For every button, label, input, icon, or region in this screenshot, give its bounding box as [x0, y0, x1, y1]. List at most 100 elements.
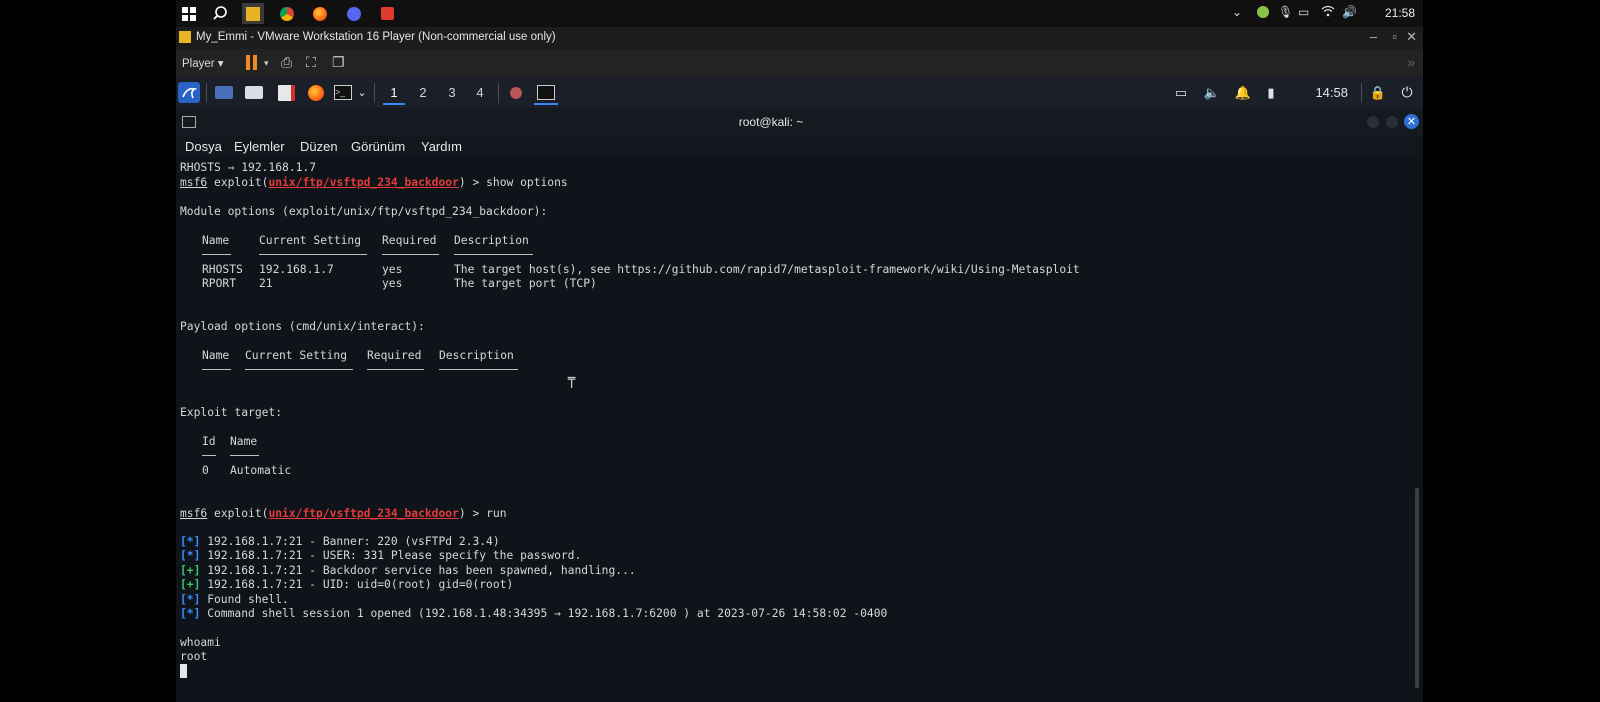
- player-menu[interactable]: Player ▾: [182, 56, 224, 70]
- unity-icon[interactable]: ❐: [332, 54, 345, 71]
- desktop-icon[interactable]: [214, 82, 234, 103]
- table-header: Id: [202, 435, 216, 448]
- send-ctrl-alt-del-icon[interactable]: ⎙: [281, 54, 292, 71]
- text-cursor: [180, 664, 187, 678]
- maximize-icon[interactable]: [1386, 116, 1398, 128]
- task-terminal-icon[interactable]: [534, 82, 558, 105]
- text-editor-icon[interactable]: [276, 82, 296, 103]
- table-cell: The target port (TCP): [454, 277, 597, 290]
- menu-dosya[interactable]: Dosya: [185, 139, 222, 154]
- output-text: 192.168.1.7:21 - Backdoor service has be…: [200, 564, 636, 577]
- kali-clock[interactable]: 14:58: [1315, 85, 1348, 100]
- module-path: unix/ftp/vsftpd_234_backdoor: [268, 176, 459, 189]
- output-text: Found shell.: [200, 593, 289, 606]
- terminal-menubar: Dosya Eylemler Düzen Görünüm Yardım: [176, 136, 1423, 158]
- menu-gorunum[interactable]: Görünüm: [351, 139, 405, 154]
- notification-bell-icon[interactable]: 🔔: [1234, 82, 1252, 103]
- output-line: [+] 192.168.1.7:21 - Backdoor service ha…: [180, 564, 636, 578]
- display-icon[interactable]: ▭: [1172, 82, 1190, 103]
- output-line: root: [180, 650, 208, 663]
- table-cell: 192.168.1.7: [259, 263, 334, 276]
- section-heading: Exploit target:: [180, 406, 283, 419]
- kali-panel: >_ ⌄ 1 2 3 4 ▭ 🔈 🔔 ▮ 14:58 🔒 ⏻: [176, 77, 1423, 108]
- vmware-logo-icon: [179, 31, 191, 43]
- table-cell: 21: [259, 277, 273, 290]
- search-icon[interactable]: [209, 3, 231, 24]
- kali-menu-icon[interactable]: [178, 82, 200, 103]
- terminal-output[interactable]: RHOSTS ⇒ 192.168.1.7 msf6 exploit(unix/f…: [176, 158, 1423, 702]
- close-icon[interactable]: ✕: [1406, 29, 1417, 45]
- table-header: Name: [202, 349, 230, 362]
- minimize-icon[interactable]: [1367, 116, 1379, 128]
- system-clock[interactable]: 21:58: [1385, 6, 1415, 20]
- battery-icon[interactable]: ▭: [1298, 5, 1309, 19]
- window-title: My_Emmi - VMware Workstation 16 Player (…: [196, 31, 556, 43]
- vmware-icon[interactable]: [242, 3, 264, 24]
- windows-taskbar: ⌄ 🎙 ▭ 🔊 21:58: [176, 0, 1423, 27]
- table-cell: Automatic: [230, 464, 292, 477]
- output-text: 192.168.1.7:21 - UID: uid=0(root) gid=0(…: [200, 578, 514, 591]
- section-heading: Module options (exploit/unix/ftp/vsftpd_…: [180, 205, 548, 218]
- output-line: [*] Command shell session 1 opened (192.…: [180, 607, 887, 621]
- close-icon[interactable]: ✕: [1404, 114, 1419, 129]
- collapse-icon[interactable]: »: [1407, 54, 1415, 70]
- app-icon[interactable]: [376, 3, 398, 24]
- file-manager-icon[interactable]: [244, 82, 264, 103]
- exploit-word: exploit(: [214, 507, 269, 520]
- workspace-1[interactable]: 1: [383, 82, 405, 105]
- menu-yardim[interactable]: Yardım: [421, 139, 462, 154]
- output-line: [*] 192.168.1.7:21 - USER: 331 Please sp…: [180, 549, 581, 563]
- msf-prompt: msf6: [180, 507, 208, 520]
- output-text: Command shell session 1 opened (192.168.…: [200, 607, 888, 620]
- scrollbar[interactable]: [1415, 488, 1419, 688]
- terminal-icon[interactable]: >_: [333, 82, 353, 103]
- table-header: Required: [382, 234, 437, 247]
- workspace-2[interactable]: 2: [412, 82, 434, 103]
- volume-icon[interactable]: 🔈: [1203, 82, 1221, 103]
- firefox-icon[interactable]: [309, 3, 331, 24]
- lock-icon[interactable]: 🔒: [1369, 82, 1387, 103]
- fullscreen-icon[interactable]: ⛶: [306, 54, 316, 71]
- speaker-icon[interactable]: 🔊: [1342, 5, 1357, 19]
- pause-icon[interactable]: [246, 55, 258, 70]
- menu-duzen[interactable]: Düzen: [300, 139, 338, 154]
- maximize-icon[interactable]: ▫: [1392, 29, 1397, 44]
- output-line: [*] 192.168.1.7:21 - Banner: 220 (vsFTPd…: [180, 535, 500, 549]
- screen: ⌄ 🎙 ▭ 🔊 21:58 My_Emmi - VMware Workstati…: [176, 0, 1423, 702]
- chrome-icon[interactable]: [276, 3, 298, 24]
- pause-dropdown-icon[interactable]: ▾: [264, 58, 269, 69]
- terminal-dropdown-icon[interactable]: ⌄: [356, 82, 368, 103]
- status-tag: [*]: [180, 535, 201, 548]
- discord-icon[interactable]: [343, 3, 365, 24]
- output-line: RHOSTS ⇒ 192.168.1.7: [180, 161, 317, 174]
- battery-icon[interactable]: ▮: [1262, 82, 1280, 103]
- chevron-up-icon[interactable]: ⌄: [1232, 5, 1242, 19]
- table-cell: yes: [382, 277, 403, 290]
- prompt-line: msf6 exploit(unix/ftp/vsftpd_234_backdoo…: [180, 507, 507, 521]
- input-line: whoami: [180, 636, 221, 649]
- msf-prompt: msf6: [180, 176, 208, 189]
- workspace-4[interactable]: 4: [469, 82, 491, 103]
- windows-start-icon[interactable]: [178, 3, 200, 24]
- vmware-titlebar: My_Emmi - VMware Workstation 16 Player (…: [176, 27, 1423, 49]
- table-header: Description: [454, 234, 529, 247]
- table-cell: RHOSTS: [202, 263, 243, 276]
- status-tag: [*]: [180, 549, 201, 562]
- status-tag: [*]: [180, 607, 201, 620]
- table-cell: 0: [202, 464, 209, 477]
- wifi-icon[interactable]: [1321, 5, 1335, 20]
- table-header: Current Setting: [245, 349, 348, 362]
- menu-eylemler[interactable]: Eylemler: [234, 139, 285, 154]
- status-tag: [+]: [180, 564, 201, 577]
- logout-icon[interactable]: ⏻: [1398, 82, 1416, 103]
- microphone-icon[interactable]: 🎙: [1278, 5, 1293, 19]
- minimize-icon[interactable]: –: [1370, 29, 1377, 44]
- prompt-line: msf6 exploit(unix/ftp/vsftpd_234_backdoo…: [180, 176, 568, 190]
- task-app-icon[interactable]: [506, 82, 526, 103]
- firefox-icon[interactable]: [306, 82, 326, 103]
- tray-app-icon[interactable]: [1256, 5, 1270, 22]
- output-line: [+] 192.168.1.7:21 - UID: uid=0(root) gi…: [180, 578, 513, 592]
- output-text: 192.168.1.7:21 - Banner: 220 (vsFTPd 2.3…: [200, 535, 500, 548]
- workspace-3[interactable]: 3: [441, 82, 463, 103]
- status-tag: [+]: [180, 578, 201, 591]
